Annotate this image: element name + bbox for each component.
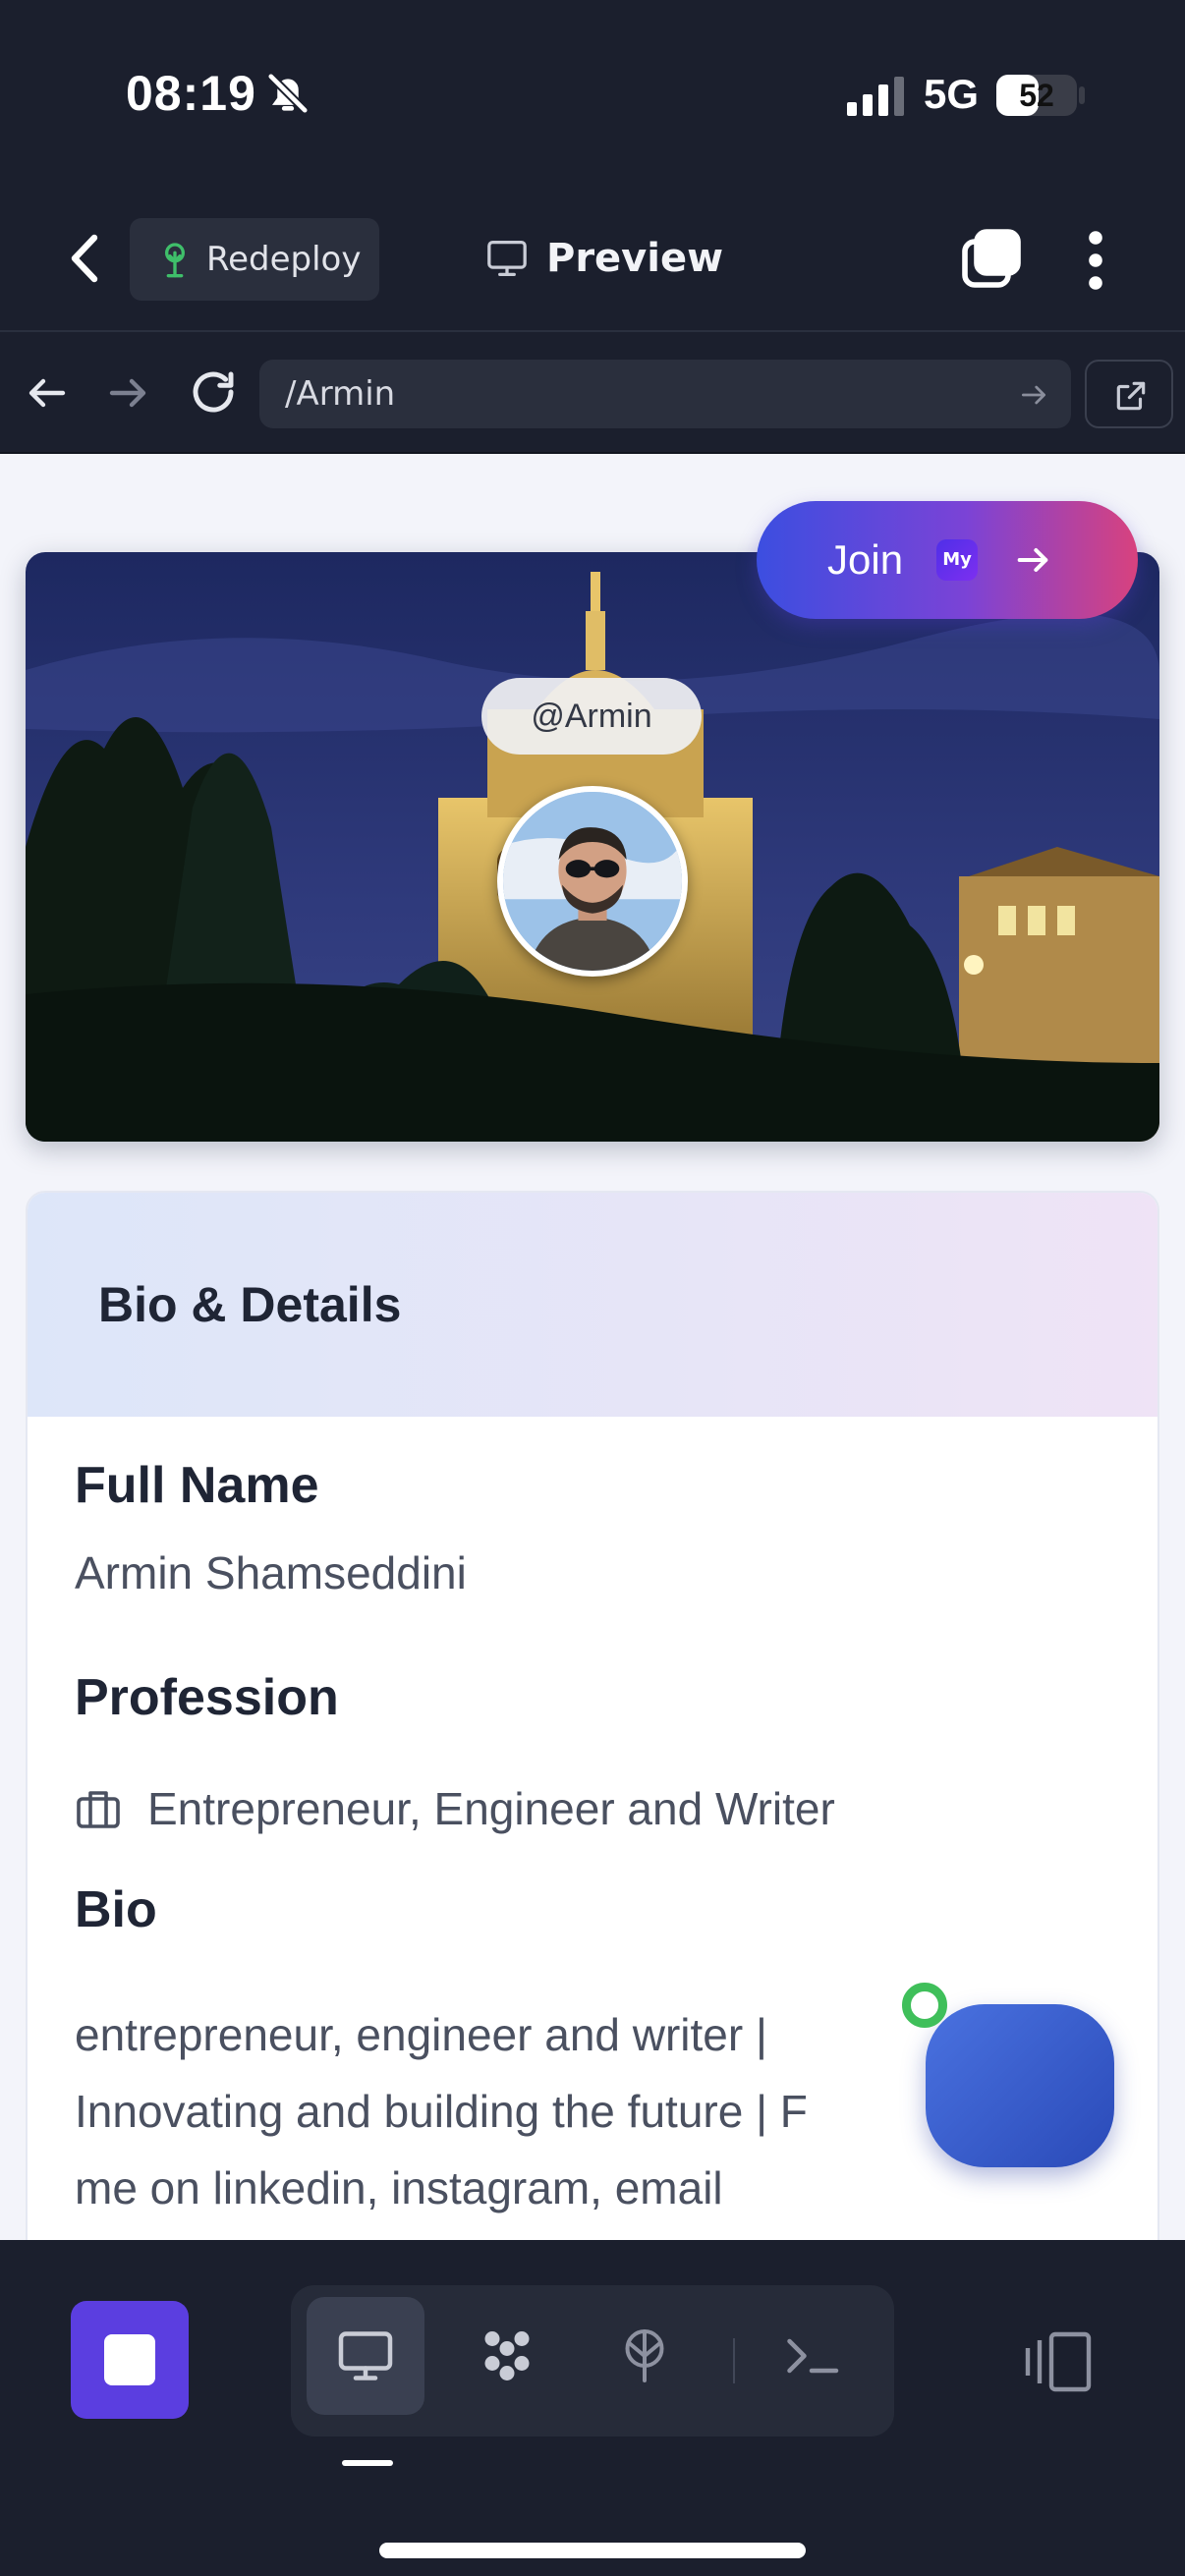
nodes-icon xyxy=(484,2331,530,2380)
external-link-icon xyxy=(1116,381,1146,411)
home-indicator xyxy=(379,2543,806,2558)
full-name-label: Full Name xyxy=(75,1457,319,1514)
avatar[interactable] xyxy=(497,786,688,977)
arrow-left-icon[interactable] xyxy=(24,369,71,417)
active-tab-indicator xyxy=(342,2460,393,2466)
dock-nodes-button[interactable] xyxy=(448,2297,566,2415)
bio-text: entrepreneur, engineer and writer | Inno… xyxy=(75,1996,1057,2226)
signal-bars-icon xyxy=(847,77,904,116)
briefcase-icon xyxy=(77,1791,120,1828)
dock-deploy-button[interactable] xyxy=(586,2297,704,2415)
profession-value: Entrepreneur, Engineer and Writer xyxy=(147,1783,835,1834)
app-square-icon[interactable] xyxy=(71,2301,189,2419)
bottom-dock xyxy=(0,2240,1185,2576)
battery-nub xyxy=(1079,86,1085,104)
bio-line: Innovating and building the future | F xyxy=(75,2086,808,2137)
network-type: 5G xyxy=(924,71,980,117)
battery: 52 xyxy=(996,75,1077,116)
split-view-icon[interactable] xyxy=(1018,2330,1093,2393)
bio-line: me on linkedin, instagram, email xyxy=(75,2162,723,2213)
my-badge-text: My xyxy=(942,549,972,570)
arrow-go-icon[interactable] xyxy=(1018,379,1049,411)
profession-row: Entrepreneur, Engineer and Writer xyxy=(75,1782,835,1835)
more-vertical-icon[interactable] xyxy=(1071,226,1120,295)
dock-tool-group xyxy=(291,2285,894,2436)
status-time: 08:19 xyxy=(126,66,256,121)
battery-level: 52 xyxy=(1019,78,1054,113)
full-name-value: Armin Shamseddini xyxy=(75,1547,467,1598)
join-button[interactable]: Join My xyxy=(757,501,1138,619)
preview-title: Preview xyxy=(485,226,723,291)
reload-icon[interactable] xyxy=(187,365,240,419)
monitor-icon xyxy=(487,241,527,276)
chevron-left-icon[interactable] xyxy=(55,226,114,291)
bio-card-title: Bio & Details xyxy=(98,1277,402,1332)
page-content: Join My @Armin Bio & Details Full Name A… xyxy=(0,454,1185,2240)
dock-preview-button[interactable] xyxy=(307,2297,424,2415)
floating-action-button[interactable] xyxy=(926,2004,1114,2167)
tabs-icon[interactable] xyxy=(959,226,1024,291)
redeploy-button[interactable]: Redeploy xyxy=(130,218,379,301)
profession-label: Profession xyxy=(75,1669,339,1726)
dock-separator xyxy=(733,2338,735,2383)
url-bar[interactable]: /Armin xyxy=(259,360,1071,428)
status-bar: 08:19 5G 52 xyxy=(0,0,1185,196)
terminal-icon xyxy=(787,2338,839,2374)
browser-toolbar: /Armin xyxy=(0,334,1185,454)
profile-handle: @Armin xyxy=(481,678,702,755)
bio-label: Bio xyxy=(75,1881,157,1938)
online-status-dot xyxy=(902,1983,947,2028)
my-badge-icon: My xyxy=(936,539,979,581)
url-text: /Armin xyxy=(285,374,396,414)
app-header: Redeploy Preview xyxy=(0,196,1185,332)
tree-icon xyxy=(625,2329,664,2382)
join-label: Join xyxy=(827,536,904,583)
open-external-button[interactable] xyxy=(1085,360,1173,428)
arrow-right-icon xyxy=(1017,548,1048,572)
redeploy-label: Redeploy xyxy=(206,240,362,279)
preview-label: Preview xyxy=(546,236,724,281)
arrow-right-icon[interactable] xyxy=(104,369,151,417)
tree-icon xyxy=(165,243,185,278)
bell-slash-icon xyxy=(266,72,310,115)
dock-terminal-button[interactable] xyxy=(753,2297,871,2415)
monitor-icon xyxy=(338,2331,393,2380)
bio-card-header: Bio & Details xyxy=(28,1193,1157,1417)
